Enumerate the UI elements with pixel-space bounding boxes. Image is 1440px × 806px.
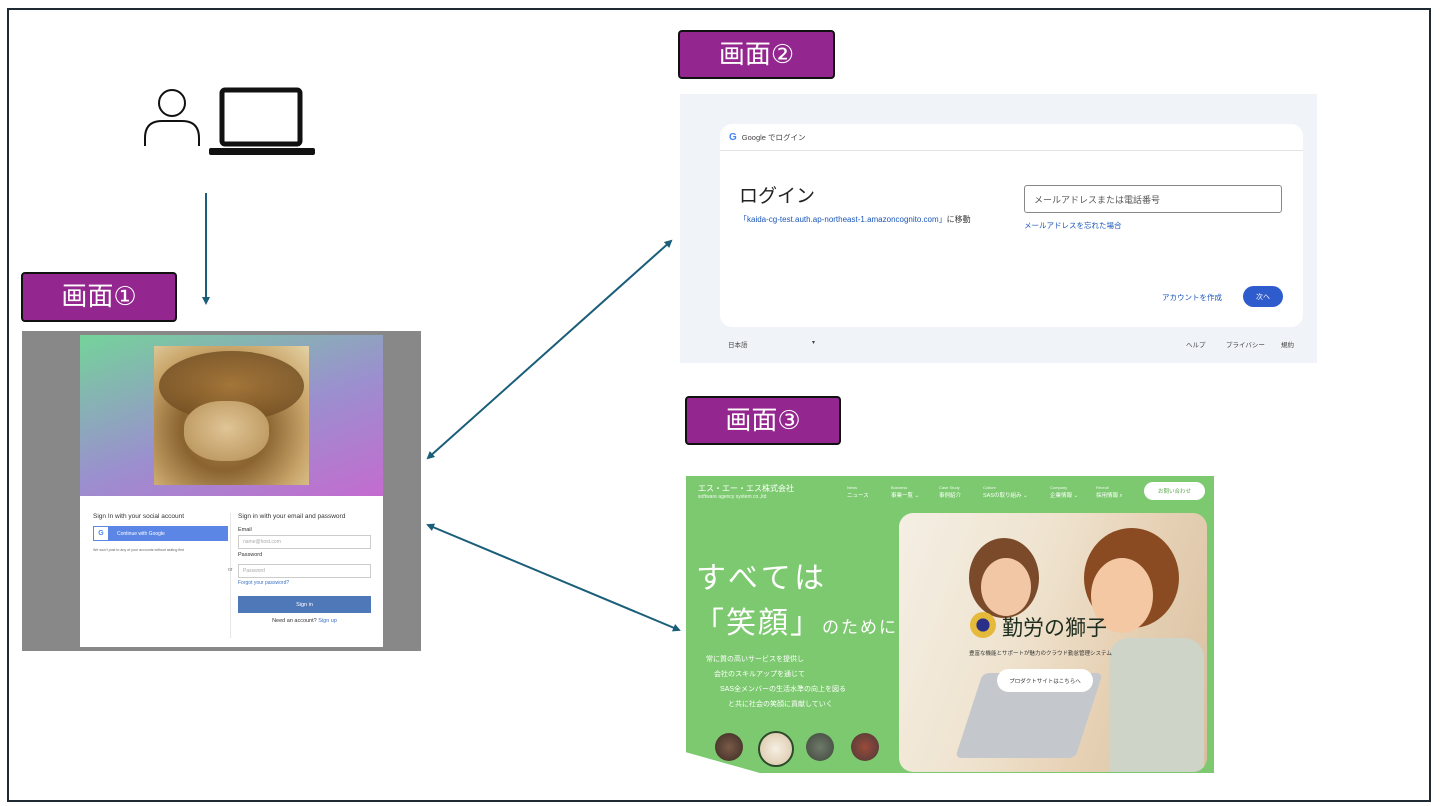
email-heading: Sign in with your email and password xyxy=(238,513,346,520)
google-login-card: G Google でログイン ログイン 「kaida-cg-test.auth.… xyxy=(720,124,1303,327)
or-separator: or xyxy=(228,567,233,573)
product-site-button[interactable]: プロダクトサイトはこちらへ xyxy=(997,669,1093,692)
laptop-icon xyxy=(209,87,315,155)
label-screen2: 画面② xyxy=(678,30,835,79)
next-button[interactable]: 次へ xyxy=(1243,286,1283,307)
logo-main: エス・エー・エス株式会社 xyxy=(698,484,794,493)
nav-recruit-ja: 採用情報 ⌕ xyxy=(1096,493,1123,499)
google-button-label: Continue with Google xyxy=(117,530,165,537)
product-subtitle: 豊富な機能とサポートが魅力のクラウド勤怠管理システム xyxy=(969,651,1112,657)
nav-news[interactable]: News ニュース xyxy=(847,484,869,500)
sign-in-button[interactable]: Sign in xyxy=(238,596,371,613)
nav-culture-en: Culture xyxy=(983,485,996,490)
chevron-down-icon[interactable]: ▾ xyxy=(812,339,815,346)
contact-button[interactable]: お問い合わせ xyxy=(1144,482,1205,500)
nav-business-en: Business xyxy=(891,485,908,490)
nav-case-study-ja: 事例紹介 xyxy=(939,493,962,499)
terms-link[interactable]: 規約 xyxy=(1281,339,1294,349)
card-header-title: Google でログイン xyxy=(741,132,806,142)
redirect-text: 「kaida-cg-test.auth.ap-northeast-1.amazo… xyxy=(739,214,1004,226)
company-logo[interactable]: エス・エー・エス株式会社 software agency system co.,… xyxy=(698,484,794,502)
nav-news-en: News xyxy=(847,485,858,490)
label-screen3: 画面③ xyxy=(685,396,841,445)
redirect-url[interactable]: 「kaida-cg-test.auth.ap-northeast-1.amazo… xyxy=(739,215,947,224)
hero-photo xyxy=(899,513,1207,772)
email-or-phone-input[interactable]: メールアドレスまたは電話番号 xyxy=(1024,185,1282,213)
google-icon: G xyxy=(729,131,737,143)
lion-image xyxy=(154,346,309,485)
social-disclaimer: We won't post to any of your accounts wi… xyxy=(93,548,185,552)
nav-company[interactable]: Company 企業情報 ⌄ xyxy=(1050,484,1078,500)
slide-thumbnail[interactable] xyxy=(715,733,743,761)
product-brand: 勤労の獅子 xyxy=(1002,616,1107,640)
email-input[interactable]: name@host.com xyxy=(238,535,371,549)
card-header: G Google でログイン xyxy=(720,124,1303,151)
nav-news-ja: ニュース xyxy=(847,493,869,499)
nav-business[interactable]: Business 事業一覧 ⌄ xyxy=(891,484,919,500)
create-account-link[interactable]: アカウントを作成 xyxy=(1162,292,1222,303)
slide-thumbnail[interactable] xyxy=(806,733,834,761)
need-account-text: Need an account? Sign up xyxy=(238,618,371,624)
redirect-suffix: に移動 xyxy=(946,215,971,224)
arrow-screen1-screen2 xyxy=(426,239,673,460)
nav-recruit-en: Recruit xyxy=(1096,485,1109,490)
tagline-tail: のために xyxy=(822,618,898,638)
tagline-line1: すべては xyxy=(696,561,829,596)
sign-up-link[interactable]: Sign up xyxy=(318,618,337,624)
google-icon: G xyxy=(94,527,108,540)
nav-culture[interactable]: Culture SASの取り組み ⌄ xyxy=(983,484,1028,500)
help-link[interactable]: ヘルプ xyxy=(1186,339,1206,349)
label-screen1: 画面① xyxy=(21,272,177,322)
mission-line: SAS全メンバーの生活水準の向上を図る xyxy=(720,686,847,693)
slide-thumbnail-active[interactable] xyxy=(758,731,794,767)
privacy-link[interactable]: プライバシー xyxy=(1226,339,1265,349)
nav-company-en: Company xyxy=(1050,485,1068,490)
email-label: Email xyxy=(238,527,252,533)
mission-line: 会社のスキルアップを通じて xyxy=(714,671,805,678)
email-login-section: Sign in with your email and password Ema… xyxy=(238,513,371,624)
arrow-screen1-screen3 xyxy=(426,523,681,632)
forgot-email-link[interactable]: メールアドレスを忘れた場合 xyxy=(1024,220,1122,231)
forgot-password-link[interactable]: Forgot your password? xyxy=(238,580,371,586)
mission-text: 常に質の高いサービスを提供し 会社のスキルアップを通じて SAS全メンバーの生活… xyxy=(706,652,846,712)
password-label: Password xyxy=(238,552,263,558)
password-input[interactable]: Password xyxy=(238,564,371,578)
section-divider xyxy=(230,513,231,638)
mission-line: 常に質の高いサービスを提供し xyxy=(706,656,804,663)
language-select[interactable]: 日本語 xyxy=(728,339,748,349)
nav-culture-ja: SASの取り組み ⌄ xyxy=(983,493,1028,499)
mission-line: と共に社会の笑顔に貢献していく xyxy=(728,701,833,708)
logo-sub: software agency system co.,ltd xyxy=(698,494,767,500)
nav-case-study-en: Case Study xyxy=(939,485,960,490)
nav-company-ja: 企業情報 ⌄ xyxy=(1050,493,1079,499)
screen2-google-login: G Google でログイン ログイン 「kaida-cg-test.auth.… xyxy=(680,94,1317,363)
nav-case-study[interactable]: Case Study 事例紹介 xyxy=(939,484,961,500)
slide-thumbnail[interactable] xyxy=(851,733,879,761)
need-account-label: Need an account? xyxy=(272,618,317,624)
screen1-cognito-login: Sign In with your social account G Conti… xyxy=(22,331,421,651)
social-heading: Sign In with your social account xyxy=(93,513,185,520)
social-login-section: Sign In with your social account G Conti… xyxy=(93,513,228,552)
hero-banner xyxy=(80,335,383,496)
tagline-smile: 「笑顔」 xyxy=(694,606,822,641)
continue-with-google-button[interactable]: G Continue with Google xyxy=(93,526,228,541)
nav-business-ja: 事業一覧 ⌄ xyxy=(891,493,920,499)
screen3-company-site: エス・エー・エス株式会社 software agency system co.,… xyxy=(686,476,1214,773)
tagline-line2: 「笑顔」のために xyxy=(694,598,898,642)
nav-recruit[interactable]: Recruit 採用情報 ⌕ xyxy=(1096,484,1123,500)
cognito-page: Sign In with your social account G Conti… xyxy=(80,335,383,647)
login-title: ログイン xyxy=(739,186,816,207)
user-icon xyxy=(144,89,200,146)
